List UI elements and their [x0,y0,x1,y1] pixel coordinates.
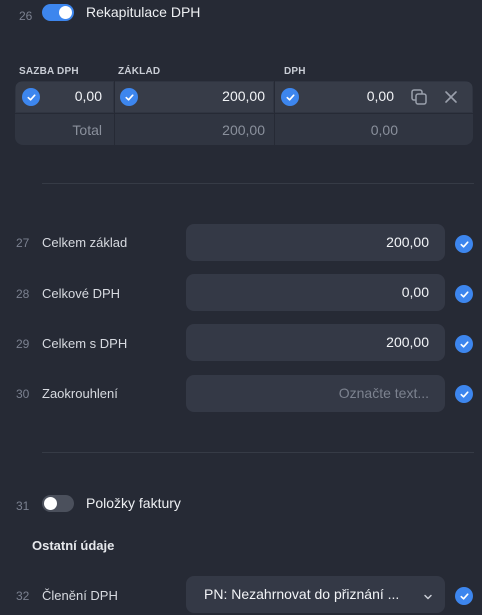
row-number: 31 [16,499,30,513]
column-header-rate: SAZBA DPH [19,66,79,77]
field-label: Celkové DPH [42,286,121,301]
copy-icon[interactable] [410,88,428,111]
column-header-vat: DPH [284,66,306,77]
vat-split-select[interactable]: PN: Nezahrnovat do přiznání ... [186,576,445,613]
check-circle-icon[interactable] [455,587,473,605]
rounding-field[interactable]: Označte text... [186,375,445,412]
section-title: Položky faktury [86,495,181,511]
row-number: 27 [16,236,30,250]
check-circle-icon[interactable] [455,235,473,253]
check-circle-icon[interactable] [22,88,40,106]
total-base-field[interactable]: 200,00 [186,224,445,261]
check-circle-icon[interactable] [455,335,473,353]
toggle-knob [59,6,72,19]
row-number: 26 [19,9,33,23]
vat-recap-table: 0,00 200,00 0,00 Total 200,00 0,00 [15,81,473,145]
check-circle-icon[interactable] [281,88,299,106]
close-icon[interactable] [443,89,459,110]
rate-value: 0,00 [74,88,102,104]
base-value: 200,00 [222,88,265,104]
section-title: Rekapitulace DPH [86,4,201,20]
column-divider [274,81,275,145]
field-label: Členění DPH [42,588,118,603]
total-with-vat-field[interactable]: 200,00 [186,324,445,361]
chevron-down-icon [423,589,433,605]
total-label: Total [72,122,102,138]
toggle-knob [44,497,57,510]
section-divider [42,452,474,453]
vat-recap-toggle[interactable] [42,4,74,21]
column-header-base: ZÁKLAD [118,66,161,77]
check-circle-icon[interactable] [455,285,473,303]
check-circle-icon[interactable] [120,88,138,106]
invoice-items-toggle[interactable] [42,495,74,512]
total-vat-field[interactable]: 0,00 [186,274,445,311]
row-number: 30 [16,387,30,401]
total-vat: 0,00 [370,122,398,138]
total-base: 200,00 [222,122,265,138]
row-number: 32 [16,589,30,603]
row-number: 29 [16,337,30,351]
vat-value: 0,00 [366,88,394,104]
select-value: PN: Nezahrnovat do přiznání ... [204,586,400,602]
field-label: Celkem s DPH [42,336,128,351]
row-number: 28 [16,287,30,301]
field-label: Zaokrouhlení [42,386,118,401]
section-divider [42,183,474,184]
row-divider [15,113,473,114]
column-divider [114,81,115,145]
group-heading: Ostatní údaje [32,538,115,553]
field-label: Celkem základ [42,235,128,250]
check-circle-icon[interactable] [455,385,473,403]
